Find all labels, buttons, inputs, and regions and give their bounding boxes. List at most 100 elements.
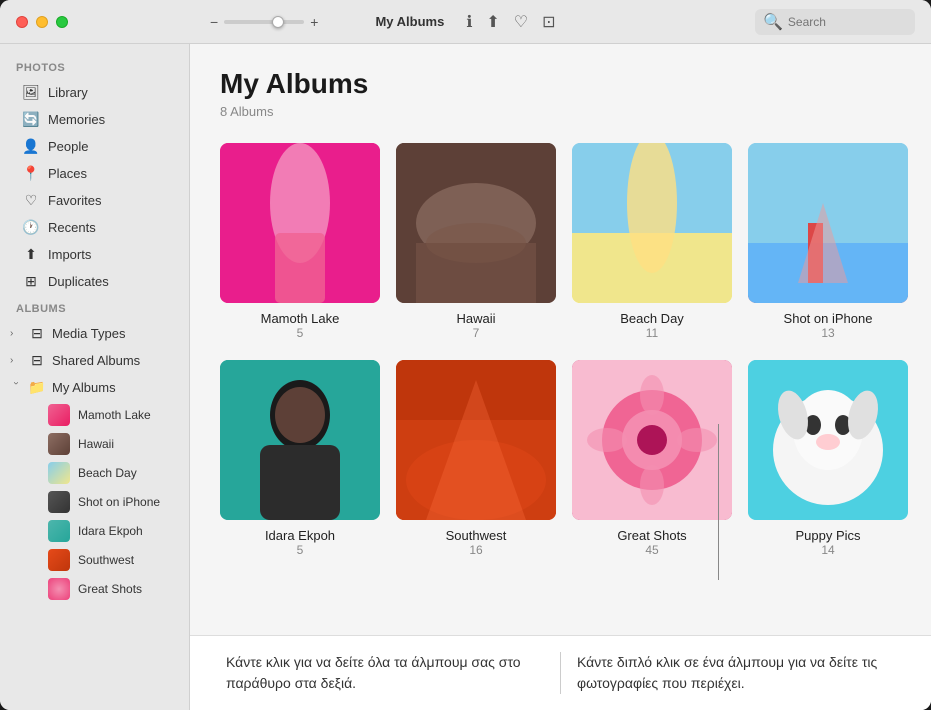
duplicates-label: Duplicates (48, 274, 109, 289)
album-count-idara-ekpoh: 5 (297, 543, 304, 557)
album-thumb-great-shots (572, 360, 732, 520)
heart-icon[interactable]: ♡ (514, 12, 528, 32)
album-item-mamoth-lake[interactable]: Mamoth Lake 5 (220, 143, 380, 340)
tooltip-left-text: Κάντε κλικ για να δείτε όλα τα άλμπουμ σ… (226, 652, 544, 694)
album-thumb-beach-day (572, 143, 732, 303)
zoom-slider-area: − + (210, 14, 318, 30)
zoom-slider-thumb[interactable] (272, 16, 284, 28)
album-item-great-shots[interactable]: Great Shots 45 (572, 360, 732, 557)
my-albums-folder-icon: 📁 (28, 378, 46, 396)
memories-label: Memories (48, 112, 105, 127)
sub-item-great-shots[interactable]: Great Shots (6, 575, 183, 603)
album-count-great-shots: 45 (645, 543, 658, 557)
close-button[interactable] (16, 16, 28, 28)
album-item-southwest[interactable]: Southwest 16 (396, 360, 556, 557)
album-item-hawaii[interactable]: Hawaii 7 (396, 143, 556, 340)
titlebar-right: 🔍 (755, 9, 915, 35)
zoom-in-button[interactable]: + (310, 14, 318, 30)
crop-icon[interactable]: ⊡ (542, 12, 555, 32)
library-label: Library (48, 85, 88, 100)
album-name-beach-day: Beach Day (620, 311, 684, 326)
sub-item-beach-day[interactable]: Beach Day (6, 459, 183, 487)
vertical-indicator-line (718, 424, 719, 580)
titlebar-center: My Albums ℹ ⬆ ♡ ⊡ (375, 12, 555, 32)
album-item-idara-ekpoh[interactable]: Idara Ekpoh 5 (220, 360, 380, 557)
people-icon: 👤 (22, 137, 40, 155)
album-item-puppy-pics[interactable]: Puppy Pics 14 (748, 360, 908, 557)
traffic-lights (16, 16, 68, 28)
album-count-mamoth-lake: 5 (297, 326, 304, 340)
tooltip-right: Κάντε διπλό κλικ σε ένα άλμπουμ για να δ… (561, 652, 911, 694)
sidebar-item-library[interactable]: 🖼 Library (6, 79, 183, 105)
sub-item-idara-ekpoh[interactable]: Idara Ekpoh (6, 517, 183, 545)
minimize-button[interactable] (36, 16, 48, 28)
beach-day-art (572, 143, 732, 303)
album-item-beach-day[interactable]: Beach Day 11 (572, 143, 732, 340)
share-icon[interactable]: ⬆ (486, 12, 499, 32)
zoom-out-button[interactable]: − (210, 14, 218, 30)
album-name-great-shots: Great Shots (617, 528, 686, 543)
shared-albums-label: Shared Albums (52, 353, 140, 368)
album-item-shot-on-iphone[interactable]: Shot on iPhone 13 (748, 143, 908, 340)
sub-item-hawaii[interactable]: Hawaii (6, 430, 183, 458)
maximize-button[interactable] (56, 16, 68, 28)
hawaii-thumb (48, 433, 70, 455)
great-shots-sub-label: Great Shots (78, 582, 142, 596)
mamoth-lake-sub-label: Mamoth Lake (78, 408, 151, 422)
sub-item-southwest[interactable]: Southwest (6, 546, 183, 574)
recents-label: Recents (48, 220, 96, 235)
library-icon: 🖼 (22, 83, 40, 101)
sidebar-item-places[interactable]: 📍 Places (6, 160, 183, 186)
great-shots-thumb (48, 578, 70, 600)
album-name-idara-ekpoh: Idara Ekpoh (265, 528, 335, 543)
tooltip-right-text: Κάντε διπλό κλικ σε ένα άλμπουμ για να δ… (577, 652, 895, 694)
album-thumb-idara-ekpoh (220, 360, 380, 520)
sidebar-item-imports[interactable]: ⬆ Imports (6, 241, 183, 267)
sidebar-item-favorites[interactable]: ♡ Favorites (6, 187, 183, 213)
sidebar-item-recents[interactable]: 🕐 Recents (6, 214, 183, 240)
chevron-icon-3: › (11, 381, 22, 393)
albums-section-label: Albums (0, 295, 189, 319)
tooltip-area: Κάντε κλικ για να δείτε όλα τα άλμπουμ σ… (190, 635, 931, 710)
sidebar-item-people[interactable]: 👤 People (6, 133, 183, 159)
content-area: My Albums 8 Albums Mamoth Lake 5 (190, 44, 931, 710)
sidebar-group-media-types[interactable]: › ⊟ Media Types (0, 320, 189, 346)
memories-icon: 🔄 (22, 110, 40, 128)
album-name-hawaii: Hawaii (456, 311, 495, 326)
chevron-icon-2: › (10, 355, 22, 366)
album-name-puppy-pics: Puppy Pics (795, 528, 860, 543)
search-input[interactable] (788, 15, 908, 29)
shot-on-iphone-thumb (48, 491, 70, 513)
shared-albums-icon: ⊟ (28, 351, 46, 369)
mamoth-lake-thumb (48, 404, 70, 426)
places-label: Places (48, 166, 87, 181)
sidebar-item-duplicates[interactable]: ⊞ Duplicates (6, 268, 183, 294)
imports-icon: ⬆ (22, 245, 40, 263)
app-window: − + My Albums ℹ ⬆ ♡ ⊡ 🔍 Photos (0, 0, 931, 710)
album-count-puppy-pics: 14 (821, 543, 834, 557)
chevron-icon: › (10, 328, 22, 339)
media-types-label: Media Types (52, 326, 125, 341)
recents-icon: 🕐 (22, 218, 40, 236)
titlebar-icons: ℹ ⬆ ♡ ⊡ (466, 12, 555, 32)
sidebar-item-memories[interactable]: 🔄 Memories (6, 106, 183, 132)
great-shots-art (572, 360, 732, 520)
content-title: My Albums (220, 68, 901, 100)
southwest-sub-label: Southwest (78, 553, 134, 567)
puppy-art (748, 360, 908, 520)
zoom-slider[interactable] (224, 20, 304, 24)
sidebar-group-shared-albums[interactable]: › ⊟ Shared Albums (0, 347, 189, 373)
album-thumb-shot-on-iphone (748, 143, 908, 303)
beach-day-sub-label: Beach Day (78, 466, 137, 480)
my-albums-group-label: My Albums (52, 380, 116, 395)
sub-item-shot-on-iphone[interactable]: Shot on iPhone (6, 488, 183, 516)
sub-item-mamoth-lake[interactable]: Mamoth Lake (6, 401, 183, 429)
beach-day-thumb (48, 462, 70, 484)
mamoth-lake-art (220, 143, 380, 303)
duplicates-icon: ⊞ (22, 272, 40, 290)
search-box[interactable]: 🔍 (755, 9, 915, 35)
sidebar-group-my-albums[interactable]: › 📁 My Albums (0, 374, 189, 400)
idara-ekpoh-thumb (48, 520, 70, 542)
info-icon[interactable]: ℹ (466, 12, 472, 32)
tooltip-left: Κάντε κλικ για να δείτε όλα τα άλμπουμ σ… (210, 652, 561, 694)
